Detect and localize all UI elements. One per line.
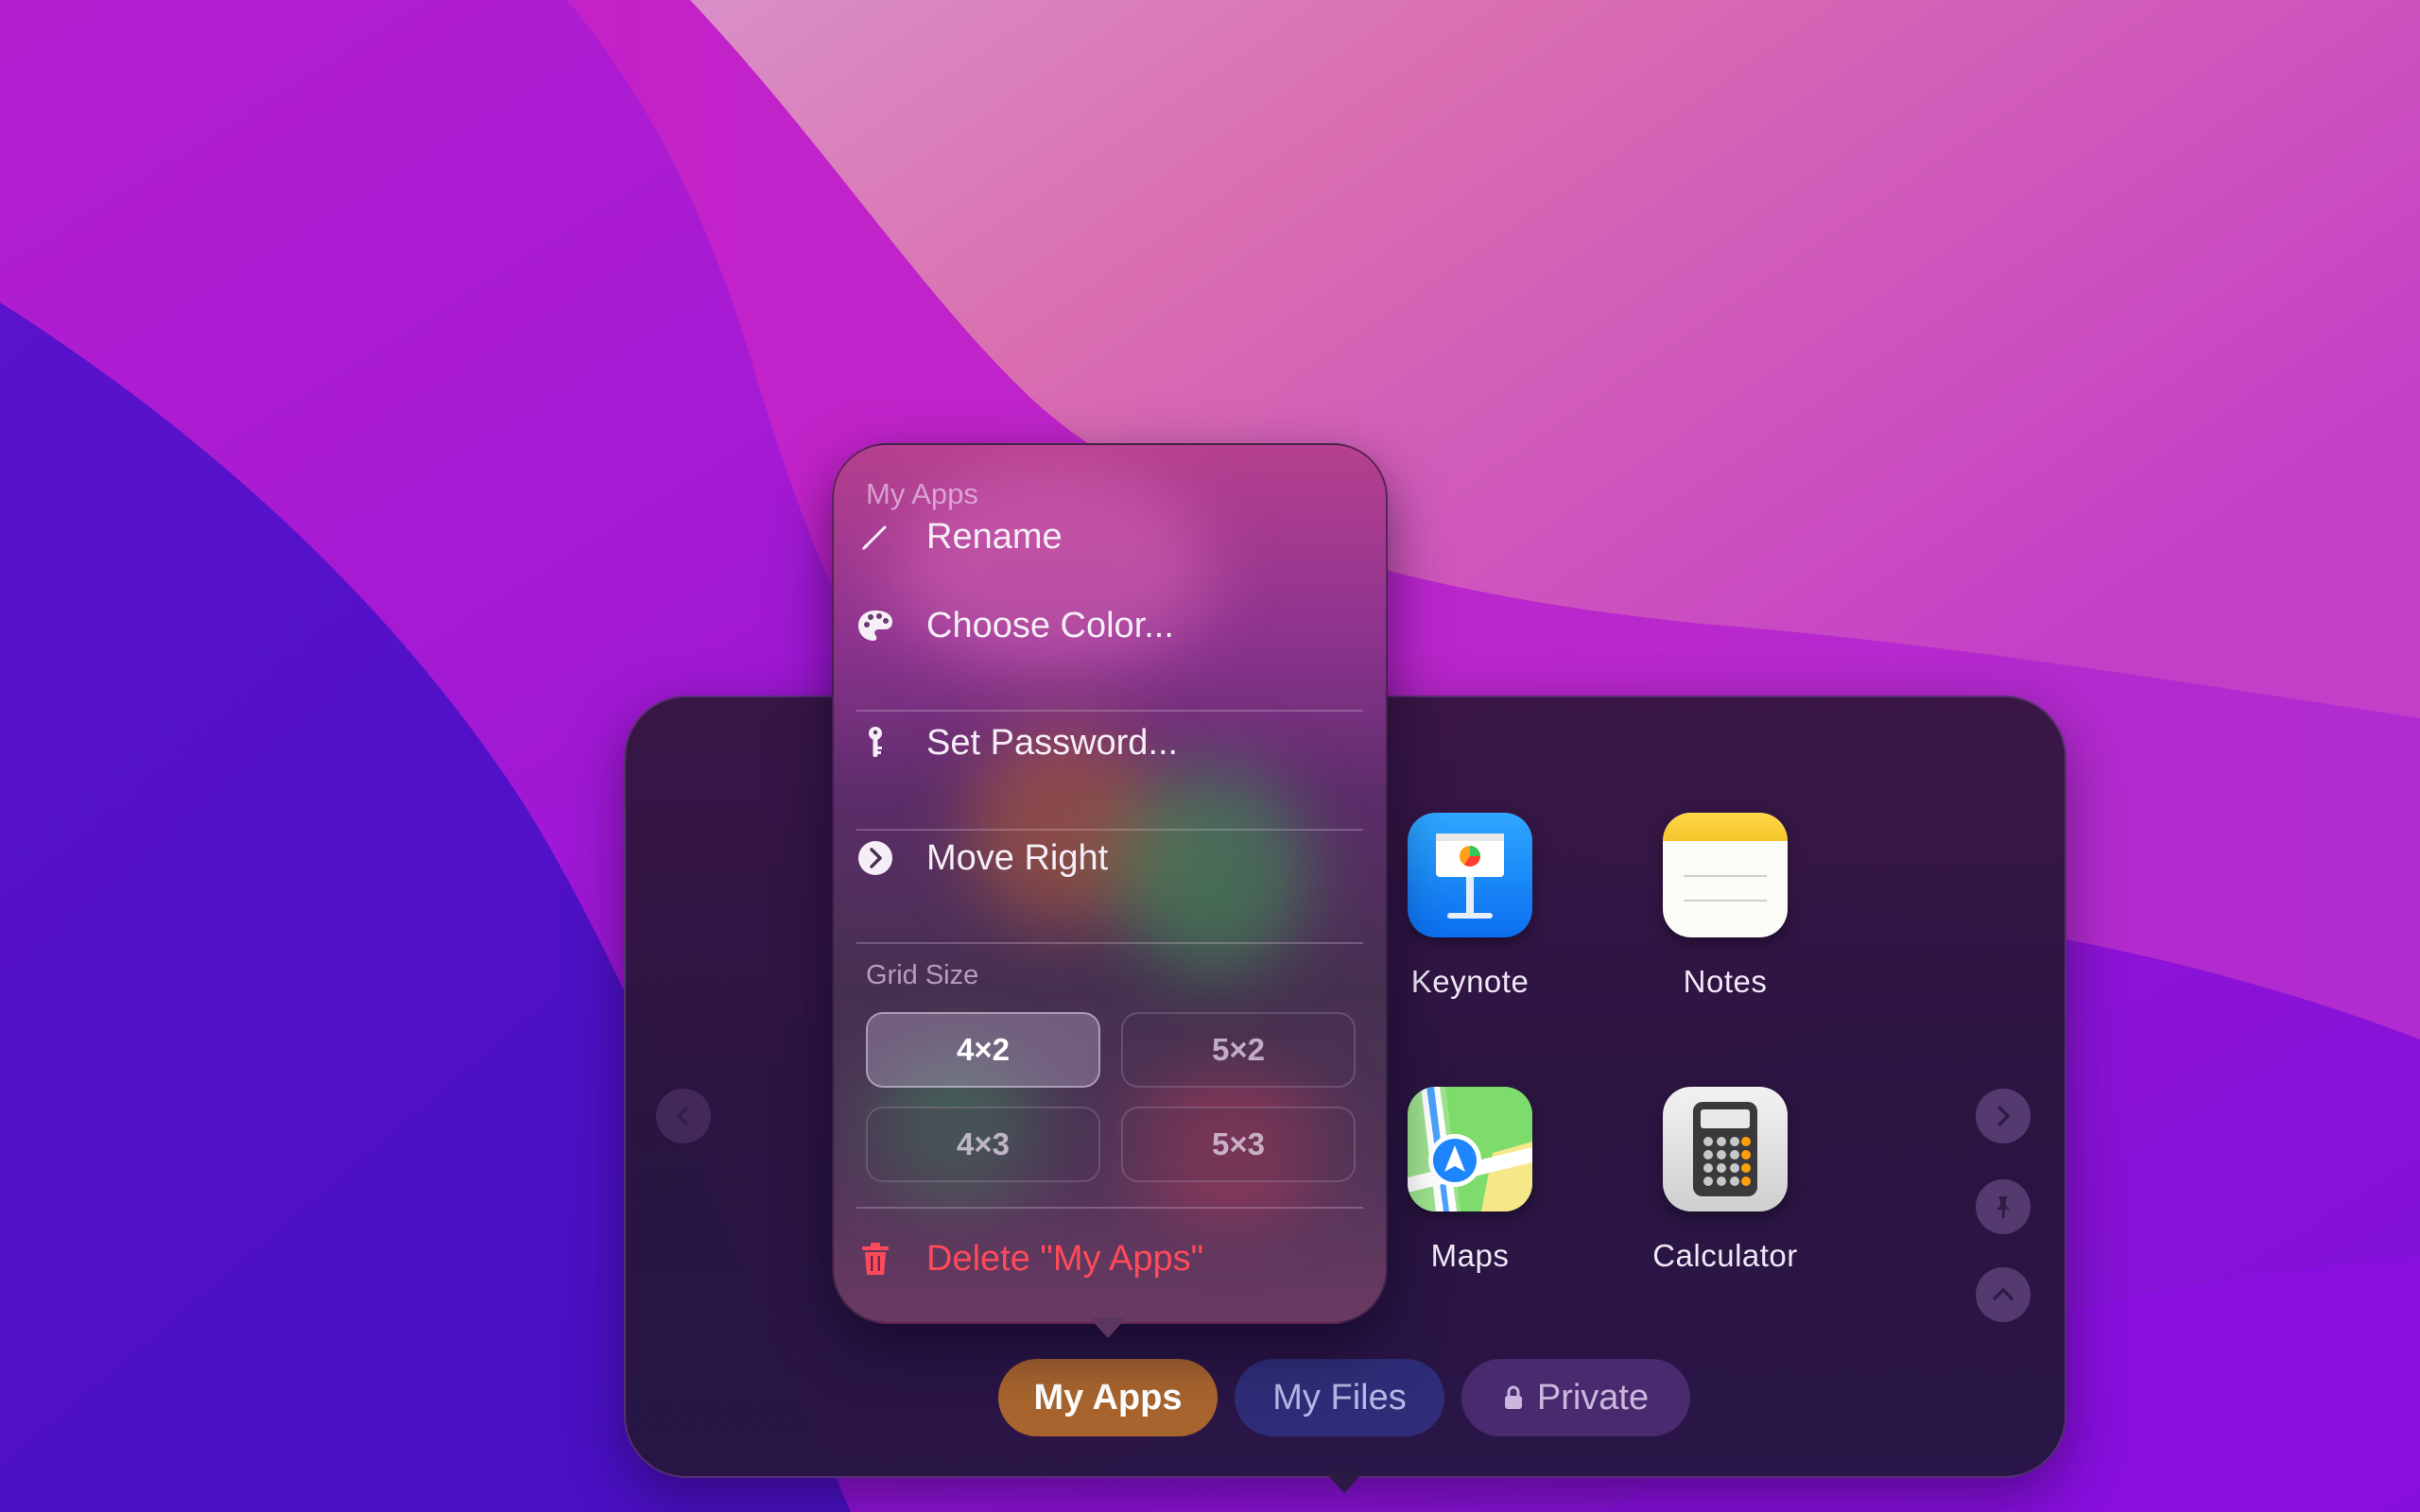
- menu-item-label: Move Right: [926, 837, 1109, 878]
- grid-size-5x2-button[interactable]: 5×2: [1121, 1012, 1356, 1088]
- app-notes[interactable]: Notes: [1616, 813, 1834, 1000]
- app-calculator[interactable]: Calculator: [1616, 1087, 1834, 1274]
- app-label: Calculator: [1652, 1238, 1798, 1273]
- collapse-button[interactable]: [1976, 1267, 2031, 1322]
- menu-item-label: Choose Color...: [926, 605, 1174, 645]
- grid-size-5x3-button[interactable]: 5×3: [1121, 1107, 1356, 1182]
- chevron-left-icon: [677, 1106, 689, 1126]
- pin-button[interactable]: [1976, 1179, 2031, 1234]
- grid-size-label: 5×3: [1212, 1126, 1265, 1161]
- grid-size-label: 4×2: [957, 1032, 1010, 1067]
- menu-item-label: Set Password...: [926, 722, 1179, 763]
- tab-label: My Apps: [1033, 1377, 1183, 1418]
- pencil-icon: [855, 516, 896, 558]
- app-label: Maps: [1430, 1238, 1510, 1273]
- key-icon: [855, 722, 896, 764]
- grid-size-4x2-button[interactable]: 4×2: [866, 1012, 1100, 1088]
- maps-icon: [1408, 1087, 1532, 1211]
- menu-item-rename[interactable]: Rename: [855, 502, 1365, 572]
- app-label: Notes: [1683, 964, 1768, 999]
- tab-my-files[interactable]: My Files: [1235, 1359, 1444, 1436]
- arrow-right-circle-icon: [855, 837, 896, 879]
- grid-size-label: 5×2: [1212, 1032, 1265, 1067]
- app-maps[interactable]: Maps: [1361, 1087, 1579, 1274]
- menu-item-choose-color[interactable]: Choose Color...: [855, 591, 1365, 661]
- tab-label: My Files: [1272, 1377, 1407, 1418]
- pin-icon: [1996, 1196, 2010, 1218]
- lock-icon: [1503, 1385, 1524, 1410]
- notes-icon: [1663, 813, 1788, 937]
- tab-my-apps[interactable]: My Apps: [998, 1359, 1218, 1436]
- calculator-icon: [1663, 1087, 1788, 1211]
- menu-pointer: [1089, 1317, 1127, 1338]
- trash-icon: [855, 1238, 896, 1280]
- app-keynote[interactable]: Keynote: [1361, 813, 1579, 1000]
- chevron-up-icon: [1993, 1288, 2014, 1300]
- menu-separator: [856, 1207, 1363, 1209]
- shelf-pointer: [1323, 1470, 1365, 1493]
- grid-size-header: Grid Size: [866, 960, 979, 990]
- menu-separator: [856, 942, 1363, 944]
- context-menu: My Apps Rename Choose Color... Set Passw…: [832, 443, 1388, 1324]
- menu-item-delete[interactable]: Delete "My Apps": [855, 1224, 1365, 1294]
- palette-icon: [855, 605, 896, 646]
- app-label: Keynote: [1410, 964, 1530, 999]
- tab-private[interactable]: Private: [1461, 1359, 1690, 1436]
- menu-item-label: Delete "My Apps": [926, 1238, 1204, 1279]
- next-page-button[interactable]: [1976, 1089, 2031, 1143]
- grid-size-4x3-button[interactable]: 4×3: [866, 1107, 1100, 1182]
- tab-label: Private: [1536, 1377, 1650, 1418]
- previous-page-button[interactable]: [656, 1089, 711, 1143]
- keynote-icon: [1408, 813, 1532, 937]
- menu-item-move-right[interactable]: Move Right: [855, 823, 1365, 893]
- menu-item-set-password[interactable]: Set Password...: [855, 708, 1365, 778]
- chevron-right-icon: [1997, 1106, 2010, 1126]
- grid-size-label: 4×3: [957, 1126, 1010, 1161]
- menu-item-label: Rename: [926, 516, 1063, 557]
